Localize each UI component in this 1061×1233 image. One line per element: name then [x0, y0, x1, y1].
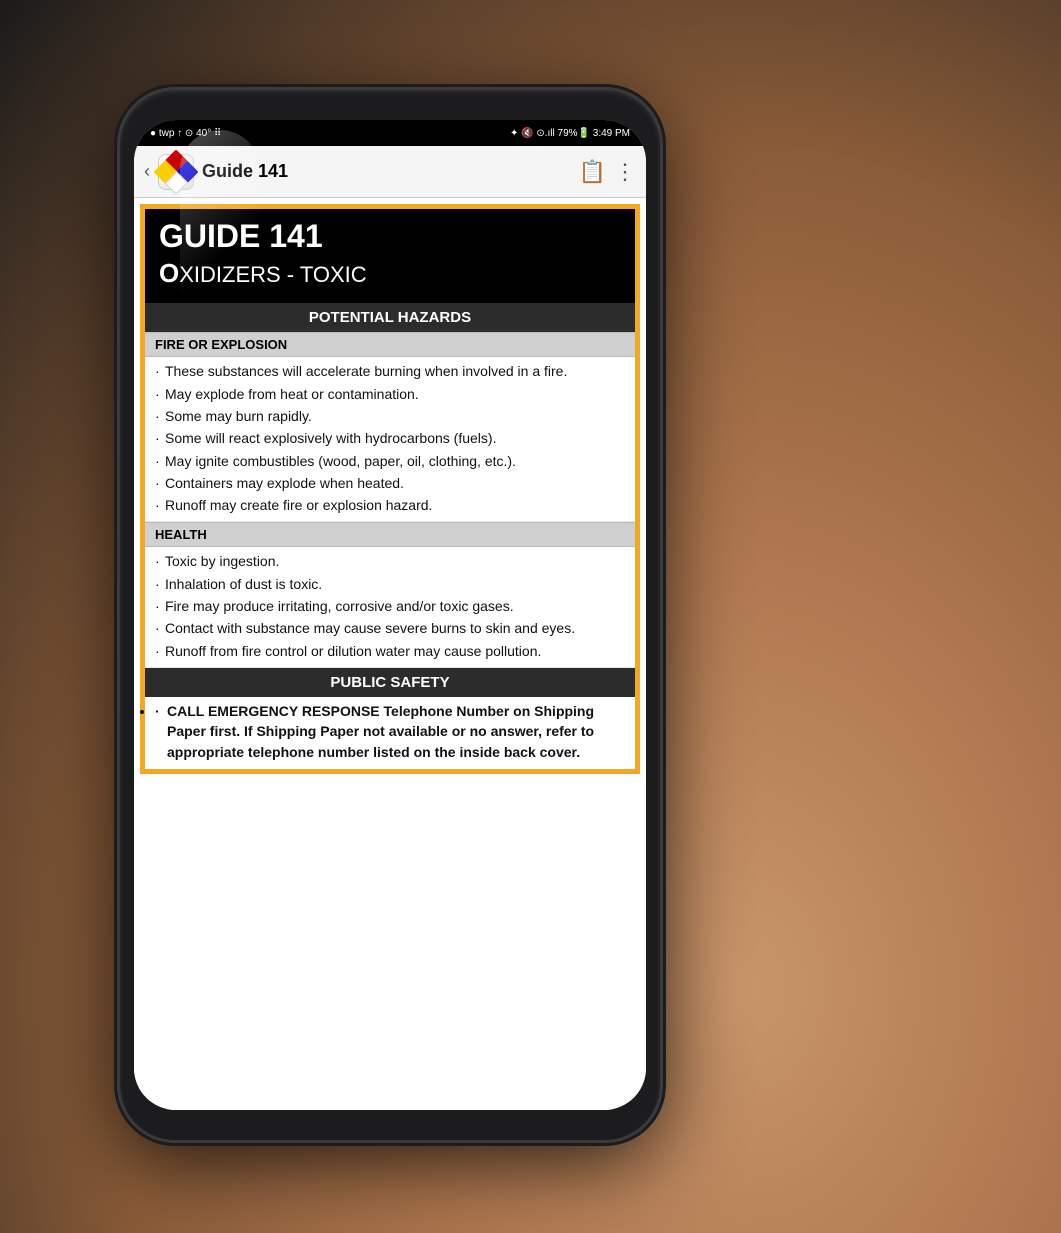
guide-number: GUIDE 141 [159, 219, 621, 254]
health-list: Toxic by ingestion. Inhalation of dust i… [155, 551, 625, 660]
status-icons-right: ✦ 🔇 ⊙.ıll 79%🔋 3:49 PM [510, 128, 630, 139]
list-item: CALL EMERGENCY RESPONSE Telephone Number… [155, 701, 625, 762]
list-item: May ignite combustibles (wood, paper, oi… [155, 451, 625, 471]
public-safety-content: CALL EMERGENCY RESPONSE Telephone Number… [145, 697, 635, 769]
list-item: Runoff may create fire or explosion haza… [155, 495, 625, 515]
back-button[interactable]: ‹ [144, 161, 150, 182]
public-safety-list: CALL EMERGENCY RESPONSE Telephone Number… [155, 701, 625, 762]
list-item: Containers may explode when heated. [155, 473, 625, 493]
status-bar: ● twp ↑ ⊙ 40° ⠿ ✦ 🔇 ⊙.ıll 79%🔋 3:49 PM [134, 120, 646, 146]
list-item: Runoff from fire control or dilution wat… [155, 641, 625, 661]
list-item: Some may burn rapidly. [155, 406, 625, 426]
status-icons-left: ● twp ↑ ⊙ 40° ⠿ [150, 128, 221, 139]
bookmark-button[interactable]: 📋 [579, 159, 606, 185]
list-item: Inhalation of dust is toxic. [155, 574, 625, 594]
guide-header: GUIDE 141 OXIDIZERS - TOXIC [145, 209, 635, 303]
fire-explosion-header: FIRE OR EXPLOSION [145, 332, 635, 357]
list-item: Toxic by ingestion. [155, 551, 625, 571]
potential-hazards-header: POTENTIAL HAZARDS [145, 303, 635, 332]
phone-device: ● twp ↑ ⊙ 40° ⠿ ✦ 🔇 ⊙.ıll 79%🔋 3:49 PM ‹ [120, 90, 660, 1140]
status-left-icons: ● twp ↑ ⊙ 40° ⠿ [150, 128, 221, 139]
content-area: GUIDE 141 OXIDIZERS - TOXIC POTENTIAL HA… [134, 198, 646, 1110]
public-safety-header: PUBLIC SAFETY [145, 668, 635, 697]
list-item: Contact with substance may cause severe … [155, 618, 625, 638]
list-item: May explode from heat or contamination. [155, 384, 625, 404]
app-toolbar: ‹ Guide 141 📋 ⋮ [134, 146, 646, 198]
scene: ● twp ↑ ⊙ 40° ⠿ ✦ 🔇 ⊙.ıll 79%🔋 3:49 PM ‹ [0, 0, 1061, 1233]
fire-explosion-content: These substances will accelerate burning… [145, 357, 635, 522]
app-icon [158, 154, 194, 190]
health-header: HEALTH [145, 522, 635, 547]
guide-subtitle: OXIDIZERS - TOXIC [159, 258, 621, 289]
nfpa-diamond-icon [153, 149, 198, 194]
list-item: Fire may produce irritating, corrosive a… [155, 596, 625, 616]
list-item: Some will react explosively with hydroca… [155, 428, 625, 448]
toolbar-title: Guide 141 [202, 161, 571, 182]
list-item: These substances will accelerate burning… [155, 361, 625, 381]
guide-container: GUIDE 141 OXIDIZERS - TOXIC POTENTIAL HA… [140, 204, 640, 774]
phone-screen: ● twp ↑ ⊙ 40° ⠿ ✦ 🔇 ⊙.ıll 79%🔋 3:49 PM ‹ [134, 120, 646, 1110]
more-options-button[interactable]: ⋮ [614, 159, 636, 185]
fire-explosion-list: These substances will accelerate burning… [155, 361, 625, 515]
health-content: Toxic by ingestion. Inhalation of dust i… [145, 547, 635, 667]
status-right-icons: ✦ 🔇 ⊙.ıll 79%🔋 3:49 PM [510, 128, 630, 139]
